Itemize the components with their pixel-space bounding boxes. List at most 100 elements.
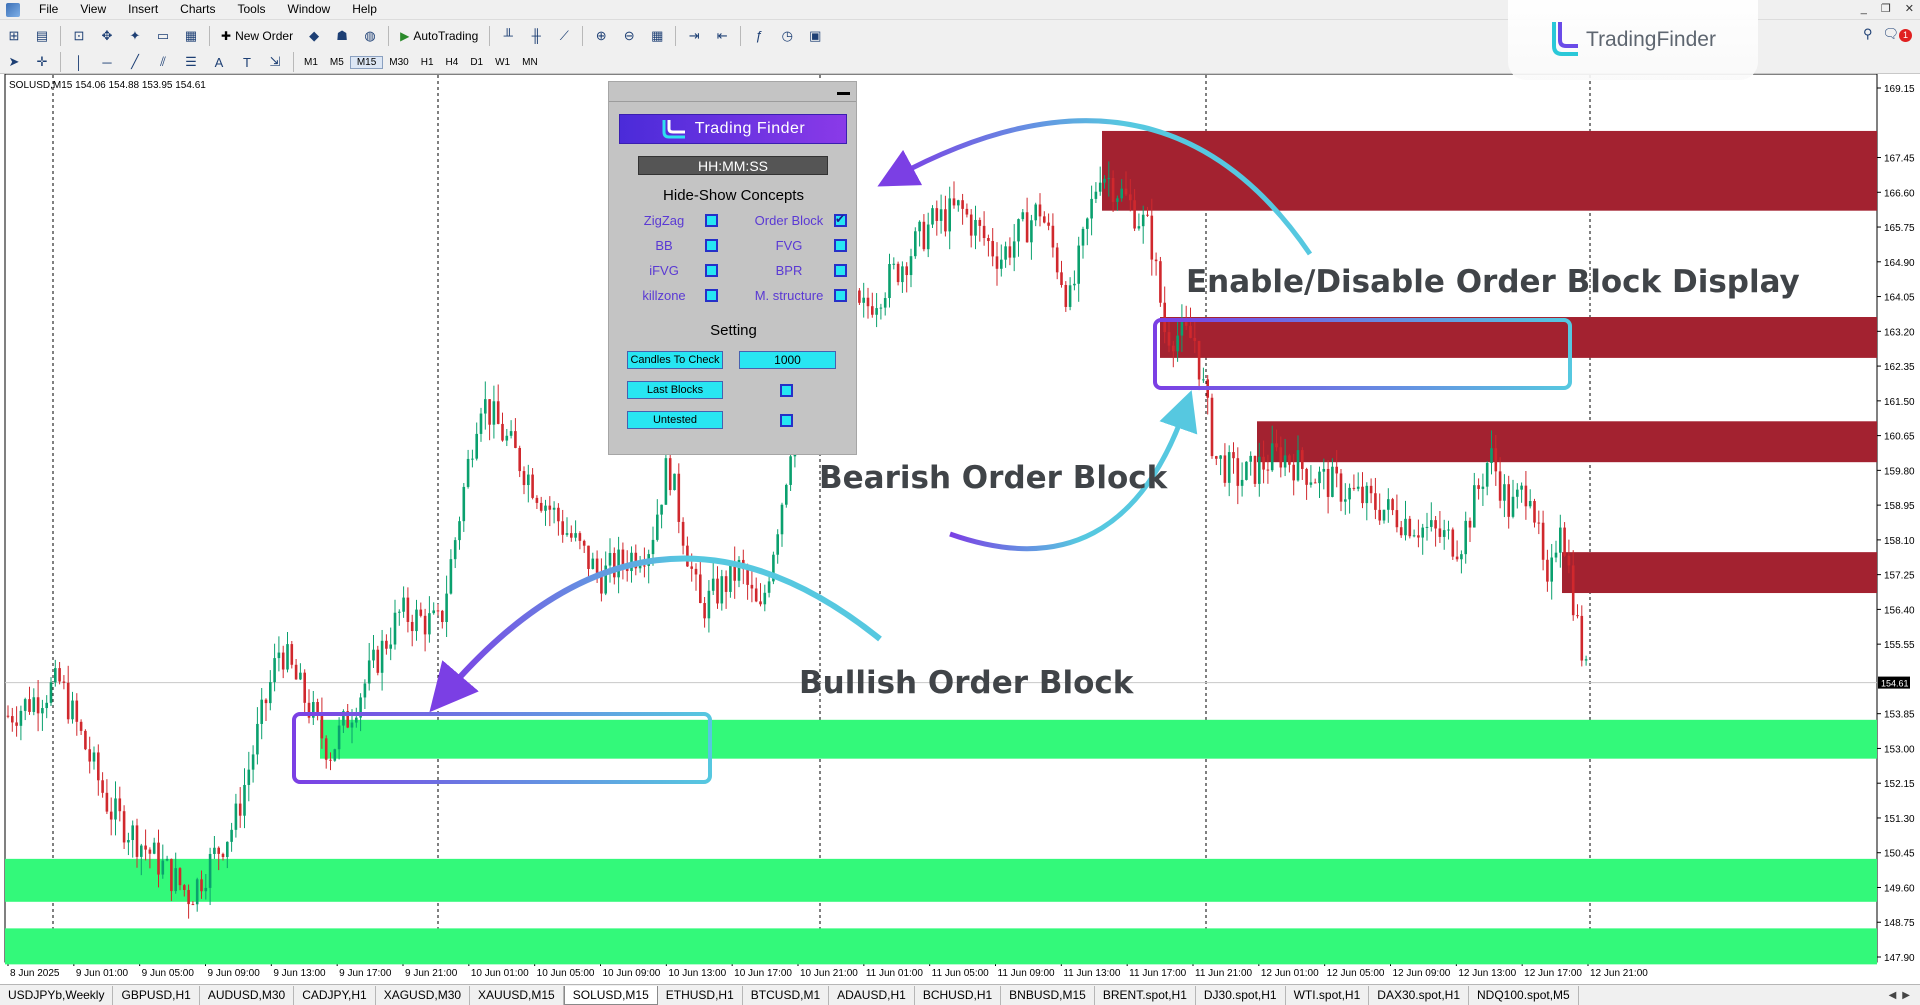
chart-tab[interactable]: ADAUSD,H1 [829,985,915,1005]
menu-view[interactable]: View [69,0,117,19]
timeframe-m30[interactable]: M30 [383,57,414,68]
concept-checkbox-order-block[interactable] [834,212,847,227]
chart-tab[interactable]: XAGUSD,M30 [376,985,471,1005]
last-blocks-checkbox[interactable] [780,384,793,397]
concept-checkbox-zigzag[interactable] [705,214,718,227]
chart-tab[interactable]: DAX30.spot,H1 [1369,985,1469,1005]
chart-tab[interactable]: SOLUSD,M15 [563,985,658,1005]
chart-tab[interactable]: GBPUSD,H1 [113,985,200,1005]
tile-windows-icon[interactable]: ▦ [646,25,668,47]
menu-tools[interactable]: Tools [227,0,277,19]
search-icon[interactable]: ⚲ [1863,26,1873,42]
menu-help[interactable]: Help [341,0,388,19]
candle-body [1434,520,1437,529]
chart-tab[interactable]: BRENT.spot,H1 [1095,985,1196,1005]
menu-file[interactable]: File [28,0,69,19]
panel-clock: HH:MM:SS [638,156,828,175]
candle-body [79,721,83,731]
bar-chart-icon[interactable]: ╨ [497,25,519,47]
chart-shift-icon[interactable]: ⇤ [711,25,733,47]
candle-body [208,853,212,888]
line-chart-icon[interactable]: ⟋ [553,25,575,47]
arrows-icon[interactable]: ⇲ [264,51,286,73]
chart-tab[interactable]: WTI.spot,H1 [1286,985,1370,1005]
chart-window[interactable]: 8 Jun 2025 9 Jun 01:00 9 Jun 05:00 9 Jun 09… [0,74,1920,984]
templates-icon[interactable]: ▣ [804,25,826,47]
zoom-in-icon[interactable]: ⊕ [590,25,612,47]
candle-body [1094,191,1098,199]
restore-icon[interactable]: ❐ [1881,0,1891,19]
signals-icon[interactable]: ◍ [359,25,381,47]
community-icon[interactable]: ☗ [331,25,353,47]
menu-charts[interactable]: Charts [169,0,226,19]
timeframe-mn[interactable]: MN [516,57,544,68]
timeframe-w1[interactable]: W1 [489,57,516,68]
indicator-panel[interactable]: Trading Finder HH:MM:SS Hide-Show Concep… [608,81,857,455]
price-chart[interactable]: 8 Jun 2025 9 Jun 01:00 9 Jun 05:00 9 Jun 09… [0,74,1920,984]
new-chart-icon[interactable]: ⊞ [3,25,25,47]
concept-checkbox-ifvg[interactable] [705,264,718,277]
notifications-icon[interactable]: 🗨 1 [1882,26,1912,42]
concept-checkbox-bpr[interactable] [834,264,847,277]
text-label-icon[interactable]: T [236,51,258,73]
tab-next-icon[interactable]: ▶ [1902,990,1910,1001]
candle-body [1313,482,1317,484]
timeframe-h4[interactable]: H4 [440,57,465,68]
candlestick-chart-icon[interactable]: ╫ [525,25,547,47]
panel-titlebar[interactable] [609,82,856,102]
timeframe-h1[interactable]: H1 [415,57,440,68]
chart-tab[interactable]: CADJPY,H1 [294,985,376,1005]
timeframe-d1[interactable]: D1 [464,57,489,68]
market-watch-icon[interactable]: ⊡ [68,25,90,47]
metaeditor-icon[interactable]: ◆ [303,25,325,47]
chart-tab[interactable]: ETHUSD,H1 [658,985,743,1005]
concept-checkbox-fvg[interactable] [834,239,847,252]
channel-icon[interactable]: ⫽ [152,51,174,73]
crosshair-icon[interactable]: ✛ [31,51,53,73]
candle-body [531,474,534,498]
chart-tab[interactable]: AUDUSD,M30 [200,985,295,1005]
untested-checkbox[interactable] [780,414,793,427]
candle-body [759,601,762,605]
chart-tab[interactable]: USDJPYb,Weekly [0,985,114,1005]
timeframe-m1[interactable]: M1 [298,57,324,68]
minimize-icon[interactable]: _ [1861,0,1867,19]
candle-body [423,615,427,635]
panel-minimize-icon[interactable] [837,92,850,95]
chart-tab[interactable]: BCHUSD,H1 [915,985,1002,1005]
strategy-tester-icon[interactable]: ▦ [180,25,202,47]
candle-body [389,644,392,649]
chart-tab[interactable]: BTCUSD,M1 [743,985,830,1005]
navigator-icon[interactable]: ✦ [124,25,146,47]
profiles-icon[interactable]: ▤ [31,25,53,47]
concept-checkbox-killzone[interactable] [705,289,718,302]
tab-prev-icon[interactable]: ◀ [1889,990,1897,1001]
text-icon[interactable]: A [208,51,230,73]
periods-icon[interactable]: ◷ [776,25,798,47]
chart-tab[interactable]: DJ30.spot,H1 [1196,985,1286,1005]
trendline-icon[interactable]: ╱ [124,51,146,73]
vertical-line-icon[interactable]: │ [68,51,90,73]
candles-to-check-input[interactable]: 1000 [739,351,836,369]
chart-tab[interactable]: NDQ100.spot,M5 [1469,985,1579,1005]
cursor-icon[interactable]: ➤ [3,51,25,73]
data-window-icon[interactable]: ✥ [96,25,118,47]
candle-body [909,256,913,276]
autoscroll-icon[interactable]: ⇥ [683,25,705,47]
concept-checkbox-bb[interactable] [705,239,718,252]
new-order-button[interactable]: ✚ New Order [217,25,297,47]
fibonacci-icon[interactable]: ☰ [180,51,202,73]
concept-checkbox-market-structure[interactable] [834,289,847,302]
chart-tab[interactable]: XAUUSD,M15 [470,985,564,1005]
terminal-icon[interactable]: ▭ [152,25,174,47]
timeframe-m5[interactable]: M5 [324,57,350,68]
menu-insert[interactable]: Insert [117,0,169,19]
chart-tab[interactable]: BNBUSD,M15 [1001,985,1095,1005]
autotrading-button[interactable]: ▶ AutoTrading [396,25,482,47]
indicators-icon[interactable]: ƒ [748,25,770,47]
zoom-out-icon[interactable]: ⊖ [618,25,640,47]
timeframe-m15[interactable]: M15 [349,55,384,69]
close-icon[interactable]: ✕ [1905,0,1914,19]
horizontal-line-icon[interactable]: ─ [96,51,118,73]
menu-window[interactable]: Window [277,0,342,19]
